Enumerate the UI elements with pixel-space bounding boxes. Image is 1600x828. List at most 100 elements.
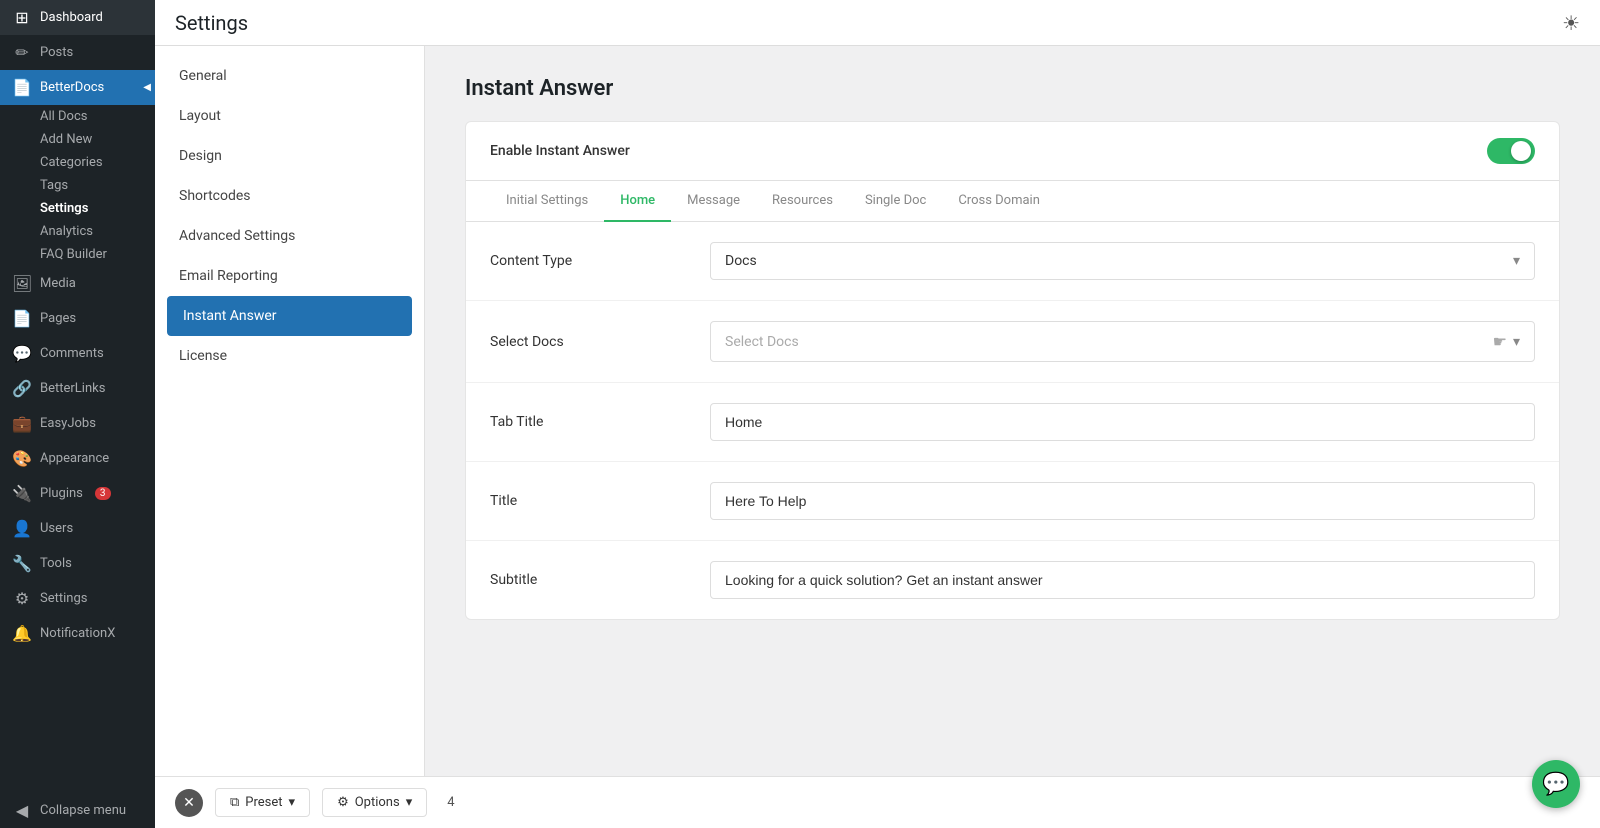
panel-title: Instant Answer [465, 76, 1560, 101]
gear-icon: ⚙ [337, 795, 349, 810]
title-input[interactable] [710, 482, 1535, 520]
sidebar-item-collapse[interactable]: ◀ Collapse menu [0, 793, 155, 828]
nav-item-general[interactable]: General [155, 56, 424, 96]
sidebar-item-tools[interactable]: 🔧 Tools [0, 546, 155, 581]
content-type-value: Docs [725, 253, 757, 269]
nav-item-layout[interactable]: Layout [155, 96, 424, 136]
nav-item-shortcodes[interactable]: Shortcodes [155, 176, 424, 216]
instant-answer-card: Enable Instant Answer Initial Settings H… [465, 121, 1560, 620]
sidebar-item-settings[interactable]: Settings [32, 197, 155, 220]
tab-home[interactable]: Home [604, 181, 671, 222]
enable-toggle-row: Enable Instant Answer [466, 122, 1559, 181]
betterdocs-icon: 📄 [12, 78, 32, 97]
tab-title-input[interactable] [710, 403, 1535, 441]
sidebar-item-appearance[interactable]: 🎨 Appearance [0, 441, 155, 476]
tab-single-doc[interactable]: Single Doc [849, 181, 942, 222]
sidebar-item-categories[interactable]: Categories [32, 151, 155, 174]
sidebar-item-betterdocs[interactable]: 📄 BetterDocs [0, 70, 155, 105]
content-type-select[interactable]: Docs ▾ [710, 242, 1535, 280]
select-docs-control: Select Docs ☛ ▾ [710, 321, 1535, 362]
sidebar-item-notificationx[interactable]: 🔔 NotificationX [0, 616, 155, 651]
preset-label: Preset [245, 795, 282, 810]
settings-nav: General Layout Design Shortcodes Advance… [155, 46, 425, 776]
chat-fab-button[interactable]: 💬 [1532, 760, 1580, 808]
posts-icon: ✏ [12, 43, 32, 62]
select-docs-label: Select Docs [490, 334, 690, 350]
media-icon: 🖼 [12, 274, 32, 293]
sidebar-item-add-new[interactable]: Add New [32, 128, 155, 151]
settings-panel: Instant Answer Enable Instant Answer Ini… [425, 46, 1600, 776]
options-button[interactable]: ⚙ Options ▾ [322, 788, 427, 817]
field-row-tab-title: Tab Title [466, 383, 1559, 462]
comments-icon: 💬 [12, 344, 32, 363]
pages-icon: 📄 [12, 309, 32, 328]
users-icon: 👤 [12, 519, 32, 538]
tab-title-label: Tab Title [490, 414, 690, 430]
plugins-badge: 3 [95, 487, 111, 500]
content-area: General Layout Design Shortcodes Advance… [155, 46, 1600, 776]
tab-message[interactable]: Message [671, 181, 756, 222]
content-type-control: Docs ▾ [710, 242, 1535, 280]
close-button[interactable]: ✕ [175, 789, 203, 817]
select-docs-select[interactable]: Select Docs ☛ ▾ [710, 321, 1535, 362]
betterdocs-submenu: All Docs Add New Categories Tags Setting… [0, 105, 155, 266]
notificationx-icon: 🔔 [12, 624, 32, 643]
topbar: Settings ☀ [155, 0, 1600, 46]
close-icon: ✕ [183, 795, 195, 811]
field-row-select-docs: Select Docs Select Docs ☛ ▾ [466, 301, 1559, 383]
sidebar-item-all-docs[interactable]: All Docs [32, 105, 155, 128]
chevron-down-icon: ▾ [1513, 253, 1520, 269]
sidebar-item-analytics[interactable]: Analytics [32, 220, 155, 243]
easyjobs-icon: 💼 [12, 414, 32, 433]
sidebar-item-comments[interactable]: 💬 Comments [0, 336, 155, 371]
hand-cursor-icon: ☛ [1493, 332, 1507, 351]
bottom-bar: ✕ ⧉ Preset ▾ ⚙ Options ▾ 4 [155, 776, 1600, 828]
nav-item-advanced-settings[interactable]: Advanced Settings [155, 216, 424, 256]
tab-resources[interactable]: Resources [756, 181, 849, 222]
sidebar-item-posts[interactable]: ✏ Posts [0, 35, 155, 70]
enable-toggle[interactable] [1487, 138, 1535, 164]
tab-title-control [710, 403, 1535, 441]
options-chevron-icon: ▾ [406, 795, 413, 810]
sun-icon[interactable]: ☀ [1562, 11, 1580, 35]
nav-item-instant-answer[interactable]: Instant Answer [167, 296, 412, 336]
plugins-icon: 🔌 [12, 484, 32, 503]
sidebar-item-media[interactable]: 🖼 Media [0, 266, 155, 301]
sidebar-item-betterlinks[interactable]: 🔗 BetterLinks [0, 371, 155, 406]
betterlinks-icon: 🔗 [12, 379, 32, 398]
sidebar-item-users[interactable]: 👤 Users [0, 511, 155, 546]
subtitle-input[interactable] [710, 561, 1535, 599]
sidebar-item-faq-builder[interactable]: FAQ Builder [32, 243, 155, 266]
field-row-subtitle: Subtitle [466, 541, 1559, 619]
settings-main-icon: ⚙ [12, 589, 32, 608]
sidebar-item-easyjobs[interactable]: 💼 EasyJobs [0, 406, 155, 441]
subtitle-label: Subtitle [490, 572, 690, 588]
appearance-icon: 🎨 [12, 449, 32, 468]
nav-item-design[interactable]: Design [155, 136, 424, 176]
copy-icon: ⧉ [230, 795, 239, 810]
dashboard-icon: ⊞ [12, 8, 32, 27]
preset-button[interactable]: ⧉ Preset ▾ [215, 788, 310, 817]
sidebar-item-tags[interactable]: Tags [32, 174, 155, 197]
sidebar: ⊞ Dashboard ✏ Posts 📄 BetterDocs All Doc… [0, 0, 155, 828]
sidebar-item-dashboard[interactable]: ⊞ Dashboard [0, 0, 155, 35]
field-row-title: Title [466, 462, 1559, 541]
title-control [710, 482, 1535, 520]
sidebar-item-settings-main[interactable]: ⚙ Settings [0, 581, 155, 616]
tabs-row: Initial Settings Home Message Resources … [466, 181, 1559, 222]
content-type-label: Content Type [490, 253, 690, 269]
collapse-icon: ◀ [12, 801, 32, 820]
sidebar-item-pages[interactable]: 📄 Pages [0, 301, 155, 336]
nav-item-license[interactable]: License [155, 336, 424, 376]
preset-chevron-icon: ▾ [289, 795, 296, 810]
chat-icon: 💬 [1542, 772, 1569, 797]
options-label: Options [355, 795, 400, 810]
sidebar-item-plugins[interactable]: 🔌 Plugins 3 [0, 476, 155, 511]
enable-label: Enable Instant Answer [490, 143, 630, 159]
tab-cross-domain[interactable]: Cross Domain [942, 181, 1056, 222]
main-wrapper: Settings ☀ General Layout Design Shortco… [155, 0, 1600, 828]
page-title: Settings [175, 11, 248, 35]
nav-item-email-reporting[interactable]: Email Reporting [155, 256, 424, 296]
title-label: Title [490, 493, 690, 509]
tab-initial-settings[interactable]: Initial Settings [490, 181, 604, 222]
